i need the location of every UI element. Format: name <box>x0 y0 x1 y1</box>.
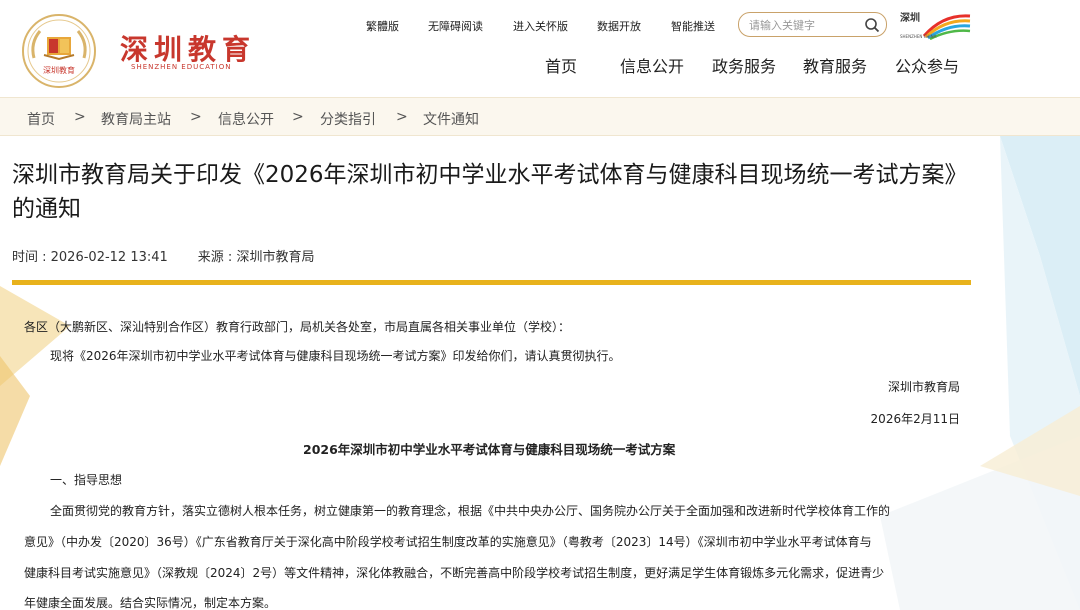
link-accessible-reading[interactable]: 无障碍阅读 <box>428 18 483 34</box>
education-emblem-icon[interactable]: 深圳教育 <box>20 13 98 89</box>
section-heading: 一、指导思想 <box>50 473 123 487</box>
nav-public-participation[interactable]: 公众参与 <box>895 53 959 77</box>
site-logo-subtitle: SHENZHEN EDUCATION <box>131 63 232 71</box>
nav-home[interactable]: 首页 <box>545 53 577 77</box>
title-divider <box>12 280 971 285</box>
paragraph-line: 意见》（中办发〔2020〕36号）《广东省教育厅关于深化高中阶段学校考试招生制度… <box>24 535 872 549</box>
search-input[interactable] <box>749 17 857 33</box>
document-title: 2026年深圳市初中学业水平考试体育与健康科目现场统一考试方案 <box>303 442 676 457</box>
nav-government-services[interactable]: 政务服务 <box>712 53 776 77</box>
site-logo-text[interactable]: 深圳教育 <box>120 28 256 68</box>
breadcrumb-separator: > <box>292 109 304 125</box>
breadcrumb-separator: > <box>190 109 202 125</box>
site-header: 深圳教育 深圳教育 SHENZHEN EDUCATION 繁體版 无障碍阅读 进… <box>0 0 1080 97</box>
breadcrumb-home[interactable]: 首页 <box>27 109 55 129</box>
city-logo-text: 深圳 <box>900 11 920 24</box>
link-traditional-chinese[interactable]: 繁體版 <box>366 18 399 34</box>
link-care-version[interactable]: 进入关怀版 <box>513 18 568 34</box>
breadcrumb-notices[interactable]: 文件通知 <box>423 109 479 129</box>
nav-info-disclosure[interactable]: 信息公开 <box>620 53 684 77</box>
shenzhen-city-logo-icon[interactable]: 深圳 SHENZHEN CHINA <box>898 10 972 40</box>
breadcrumb: 首页 > 教育局主站 > 信息公开 > 分类指引 > 文件通知 <box>0 97 1080 136</box>
link-open-data[interactable]: 数据开放 <box>597 18 641 34</box>
intro-paragraph: 现将《2026年深圳市初中学业水平考试体育与健康科目现场统一考试方案》印发给你们… <box>50 349 621 363</box>
breadcrumb-separator: > <box>396 109 408 125</box>
city-logo-subtitle: SHENZHEN CHINA <box>900 34 937 39</box>
breadcrumb-separator: > <box>74 109 86 125</box>
breadcrumb-category-guide[interactable]: 分类指引 <box>320 109 376 129</box>
search-icon[interactable] <box>864 17 880 33</box>
breadcrumb-info-disclosure[interactable]: 信息公开 <box>218 109 274 129</box>
paragraph-line: 年健康全面发展。结合实际情况，制定本方案。 <box>24 596 277 610</box>
paragraph-line: 健康科目考试实施意见》（深教规〔2024〕2号）等文件精神，深化体教融合，不断完… <box>24 566 885 580</box>
paragraph-line: 全面贯彻党的教育方针，落实立德树人根本任务，树立健康第一的教育理念，根据《中共中… <box>50 504 891 518</box>
signature-date: 2026年2月11日 <box>870 412 960 426</box>
emblem-seal-text: 深圳教育 <box>43 65 75 75</box>
article-title: 深圳市教育局关于印发《2026年深圳市初中学业水平考试体育与健康科目现场统一考试… <box>12 162 968 222</box>
breadcrumb-bureau-site[interactable]: 教育局主站 <box>101 109 171 129</box>
article-source: 来源 : 深圳市教育局 <box>197 250 315 265</box>
link-smart-push[interactable]: 智能推送 <box>671 18 715 34</box>
article-time: 时间 : 2026-02-12 13:41 <box>12 250 168 265</box>
nav-education-services[interactable]: 教育服务 <box>803 53 867 77</box>
salutation: 各区（大鹏新区、深汕特别合作区）教育行政部门，局机关各处室，市局直属各相关事业单… <box>24 320 571 334</box>
article-meta: 时间 : 2026-02-12 13:41 来源 : 深圳市教育局 <box>12 246 314 265</box>
search-box <box>738 12 887 37</box>
signature: 深圳市教育局 <box>887 380 960 394</box>
